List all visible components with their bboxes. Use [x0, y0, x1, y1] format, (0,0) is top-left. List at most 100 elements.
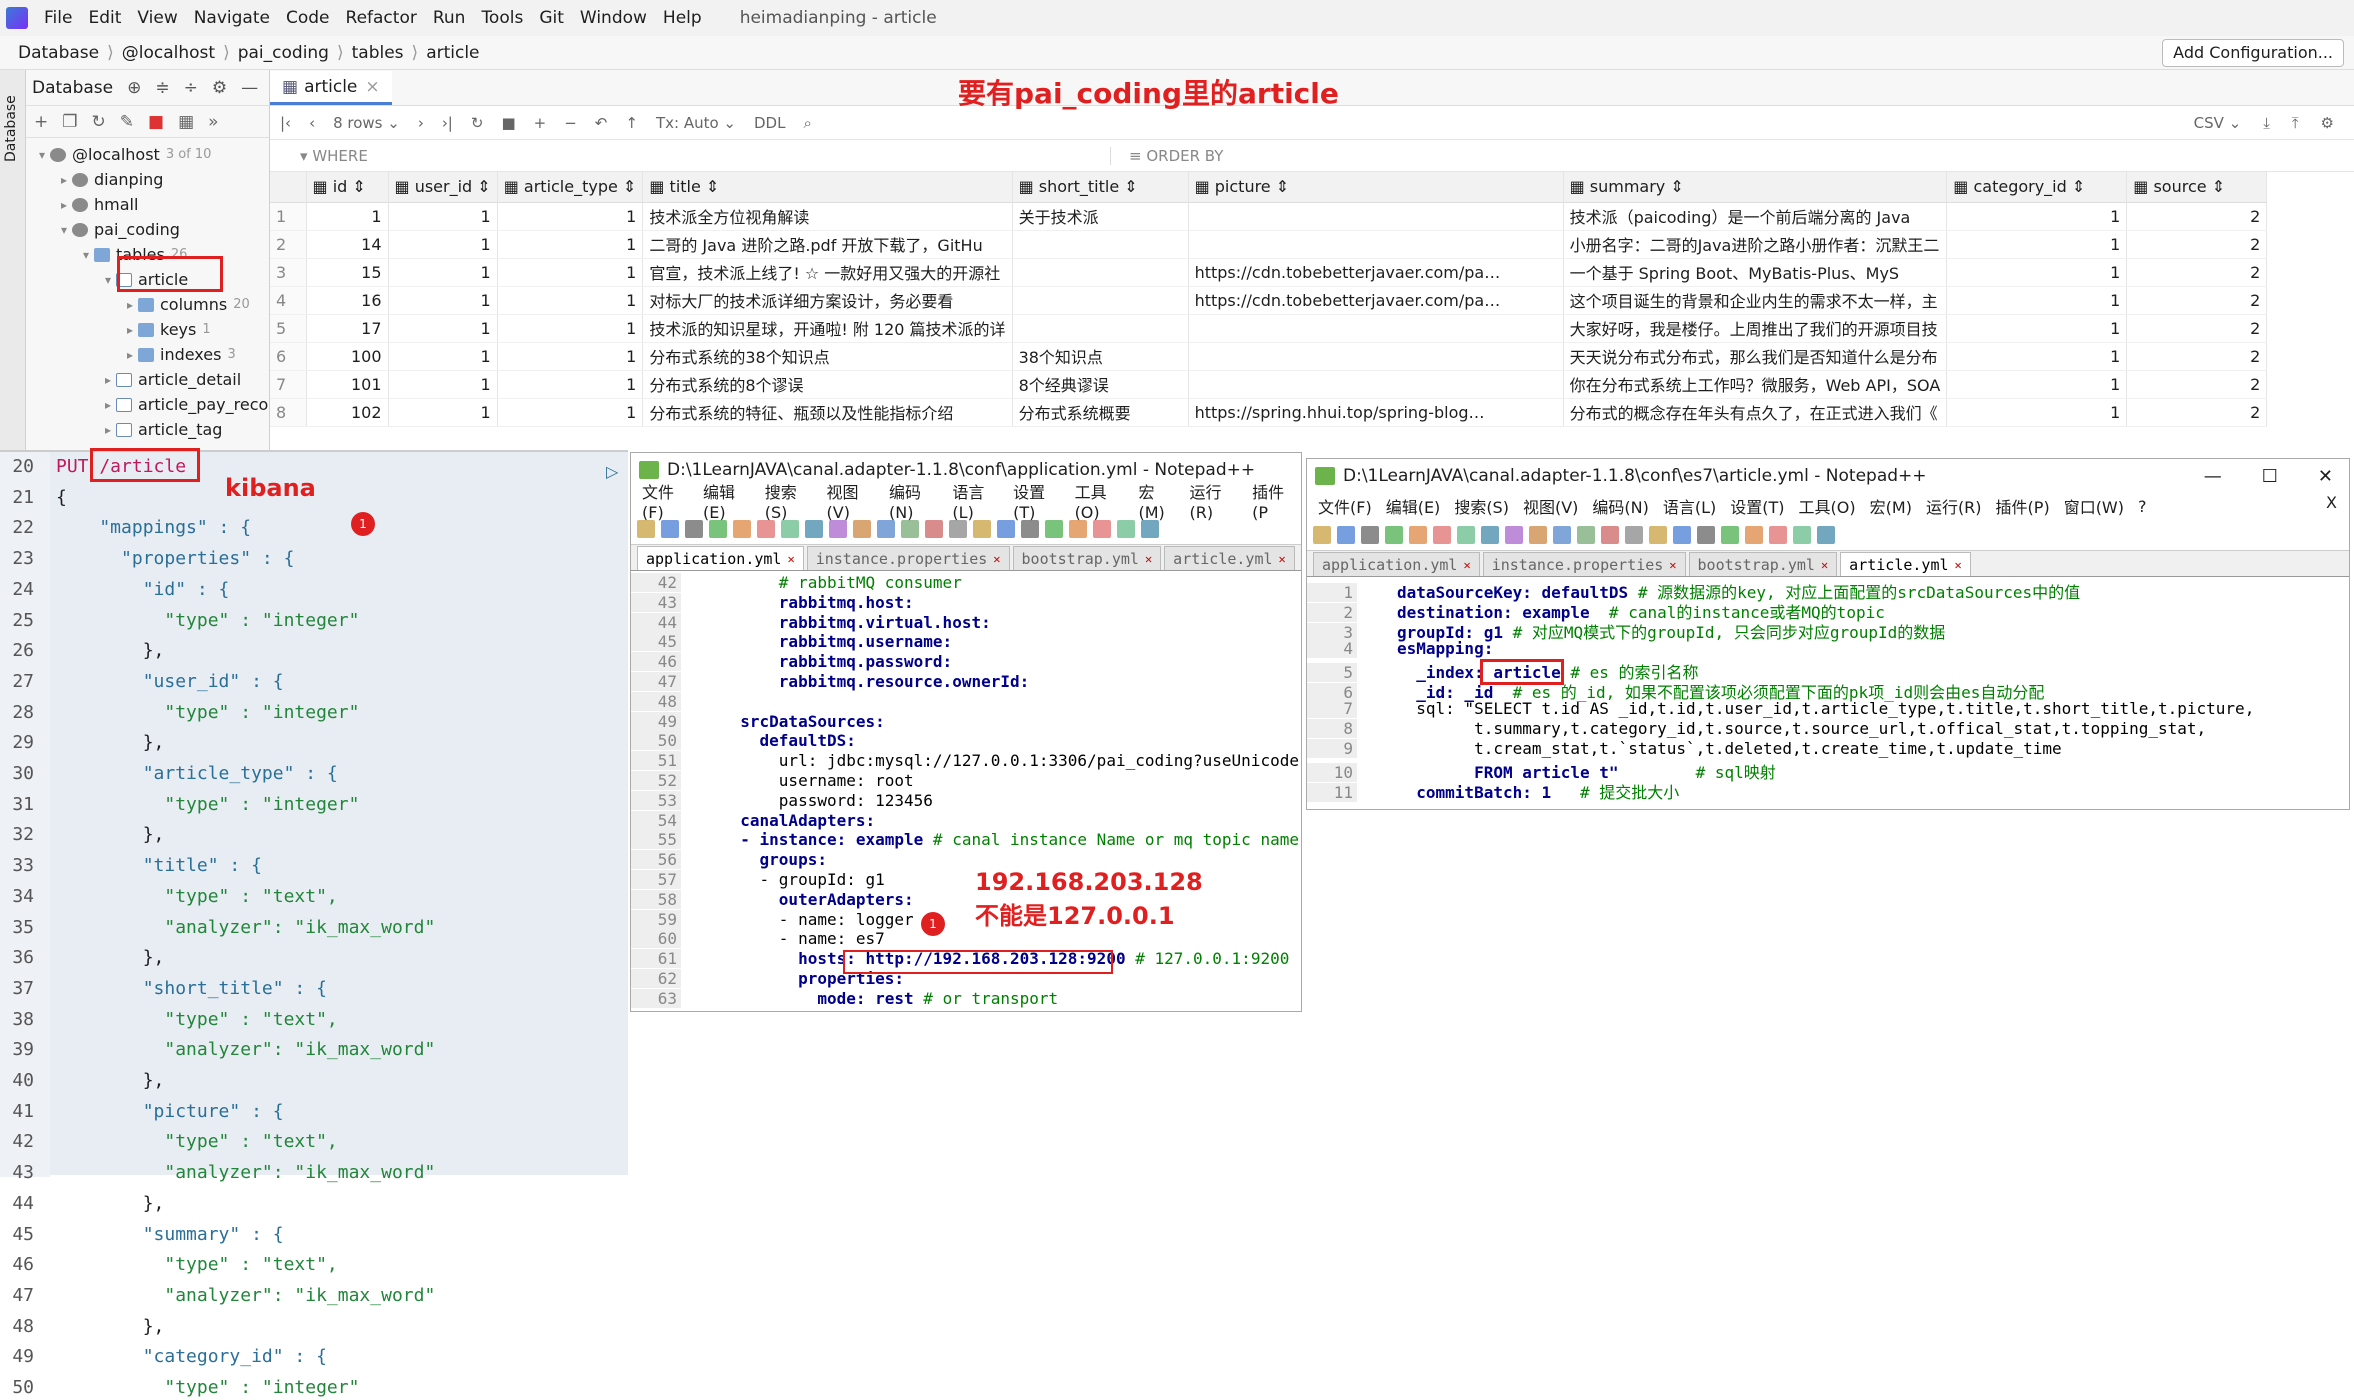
table-cell[interactable]: 1 [388, 286, 498, 315]
toolbar-icon[interactable] [949, 519, 967, 538]
table-cell[interactable]: 这个项目诞生的背景和企业内生的需求不太一样，主 [1563, 286, 1948, 315]
table-row[interactable]: 2 14 1 1 二哥的 Java 进阶之路.pdf 开放下载了，GitHu 小册名字：二… [270, 230, 2268, 259]
toolbar-icon[interactable] [661, 519, 679, 538]
where-filter[interactable]: ▾ WHERE [270, 147, 1110, 165]
row-number[interactable]: 5 [270, 314, 307, 343]
column-header-summary[interactable]: ▦ summary ⇕ [1563, 172, 1948, 203]
copy-icon[interactable]: ❐ [62, 112, 77, 132]
add-icon[interactable]: + [34, 112, 48, 132]
close-icon[interactable]: ✕ [993, 552, 1000, 566]
row-number[interactable]: 8 [270, 398, 307, 427]
order-by-filter[interactable]: ≡ ORDER BY [1110, 146, 1223, 165]
chevron-icon[interactable]: ▸ [56, 173, 72, 187]
breadcrumb-item[interactable]: @localhost [118, 43, 219, 63]
toolbar-icon[interactable] [901, 519, 919, 538]
run-icon[interactable]: ▷ [606, 462, 618, 481]
sort-icon[interactable]: ⇕ [472, 177, 490, 196]
menu-item[interactable]: 文件(F) [1311, 494, 1379, 518]
table-row[interactable]: 7 101 1 1 分布式系统的8个谬误 8个经典谬误 你在分布式系统上工作吗？微服务，We… [270, 370, 2268, 399]
toolbar-icon[interactable] [1769, 525, 1787, 544]
toolbar-icon[interactable] [853, 519, 871, 538]
toolbar-icon[interactable] [1625, 525, 1643, 544]
menu-item-view[interactable]: View [129, 8, 185, 28]
toolbar-icon[interactable] [1045, 519, 1063, 538]
table-cell[interactable]: 1 [388, 258, 498, 287]
menu-item-code[interactable]: Code [278, 8, 338, 28]
tree-item-article_pay_reco[interactable]: ▸ article_pay_reco [26, 392, 268, 417]
table-cell[interactable]: 1 [497, 398, 644, 427]
table-cell[interactable] [1188, 314, 1564, 343]
menu-item[interactable]: 运行(R) [1919, 494, 1989, 518]
table-cell[interactable]: 14 [306, 230, 389, 259]
table-cell[interactable]: 17 [306, 314, 389, 343]
toolbar-icon[interactable] [1481, 525, 1499, 544]
close-icon[interactable]: ✕ [1669, 558, 1676, 572]
row-number[interactable]: 4 [270, 286, 307, 315]
table-cell[interactable]: 二哥的 Java 进阶之路.pdf 开放下载了，GitHu [642, 230, 1013, 259]
rows-count[interactable]: 8 rows ⌄ [333, 114, 400, 132]
tab-instance.properties[interactable]: instance.properties ✕ [806, 546, 1010, 570]
table-cell[interactable] [1012, 286, 1189, 315]
menu-item-file[interactable]: File [36, 8, 80, 28]
toolbar-icon[interactable] [1313, 525, 1331, 544]
menu-item[interactable]: 编辑(E) [696, 479, 758, 522]
toolbar-icon[interactable] [1601, 525, 1619, 544]
table-cell[interactable]: 1 [306, 202, 389, 231]
remove-row-icon[interactable]: − [564, 114, 577, 132]
table-cell[interactable]: 一个基于 Spring Boot、MyBatis-Plus、MyS [1563, 258, 1948, 287]
minimize-button[interactable]: — [2204, 466, 2222, 487]
sort-icon[interactable]: ⇕ [1665, 177, 1683, 196]
table-cell[interactable]: 1 [497, 202, 644, 231]
menu-item[interactable]: 语言(L) [945, 479, 1006, 522]
toolbar-icon[interactable] [1117, 519, 1135, 538]
toolbar-icon[interactable] [1141, 519, 1159, 538]
table-cell[interactable]: 分布式系统的8个谬误 [642, 370, 1013, 399]
csv-export[interactable]: CSV ⌄ [2194, 114, 2242, 132]
table-cell[interactable]: 1 [497, 370, 644, 399]
table-cell[interactable]: 你在分布式系统上工作吗？微服务，Web API，SOA [1563, 370, 1948, 399]
table-cell[interactable]: 2 [2126, 202, 2268, 231]
toolbar-icon[interactable] [973, 519, 991, 538]
toolbar-icon[interactable] [877, 519, 895, 538]
table-cell[interactable]: 2 [2126, 314, 2268, 343]
submit-icon[interactable]: ↑ [625, 114, 638, 132]
close-icon[interactable]: × [365, 77, 379, 97]
toolbar-icon[interactable] [709, 519, 727, 538]
breadcrumb-item[interactable]: tables [348, 43, 408, 63]
row-number[interactable]: 1 [270, 202, 307, 231]
menu-item[interactable]: 视图(V) [820, 479, 882, 522]
table-cell[interactable]: 2 [2126, 342, 2268, 371]
settings-icon[interactable]: ⚙ [2321, 114, 2334, 132]
toolbar-icon[interactable] [1409, 525, 1427, 544]
menu-item[interactable]: 语言(L) [1656, 494, 1723, 518]
toolbar-icon[interactable] [757, 519, 775, 538]
revert-icon[interactable]: ↶ [595, 114, 608, 132]
close-icon[interactable]: ✕ [1821, 558, 1828, 572]
menu-item-window[interactable]: Window [572, 8, 655, 28]
sort-icon[interactable]: ⇕ [347, 177, 365, 196]
toolbar-icon[interactable] [1505, 525, 1523, 544]
table-cell[interactable]: 技术派（paicoding）是一个前后端分离的 Java [1563, 202, 1948, 231]
table-row[interactable]: 3 15 1 1 官宣，技术派上线了! ☆ 一款好用又强大的开源社 https://cdn… [270, 258, 2268, 287]
menu-item[interactable]: 文件(F) [635, 479, 696, 522]
close-button[interactable]: ✕ [2318, 466, 2333, 487]
table-cell[interactable]: 1 [388, 202, 498, 231]
menu-item[interactable]: 插件(P [1245, 479, 1301, 522]
download-icon[interactable]: ⤓ [2263, 114, 2270, 132]
gear-icon[interactable]: ⚙ [212, 78, 227, 98]
menu-item[interactable]: 搜索(S) [758, 479, 820, 522]
column-header-title[interactable]: ▦ title ⇕ [642, 172, 1013, 203]
toolbar-icon[interactable] [1553, 525, 1571, 544]
table-cell[interactable]: 1 [388, 342, 498, 371]
chevron-icon[interactable]: ▸ [122, 298, 138, 312]
tab-application.yml[interactable]: application.yml ✕ [1313, 552, 1480, 576]
table-cell[interactable]: 分布式系统的特征、瓶颈以及性能指标介绍 [642, 398, 1013, 427]
toolbar-icon[interactable] [1817, 525, 1835, 544]
database-side-strip[interactable]: Database [0, 70, 26, 450]
table-cell[interactable]: 8个经典谬误 [1012, 370, 1189, 399]
tab-application.yml[interactable]: application.yml ✕ [637, 546, 804, 570]
collapse-icon[interactable]: ≑ [155, 78, 169, 98]
table-cell[interactable]: 1 [388, 230, 498, 259]
menu-item[interactable]: 工具(O) [1792, 494, 1863, 518]
table-cell[interactable]: https://cdn.tobebetterjavaer.com/pa… [1188, 286, 1564, 315]
